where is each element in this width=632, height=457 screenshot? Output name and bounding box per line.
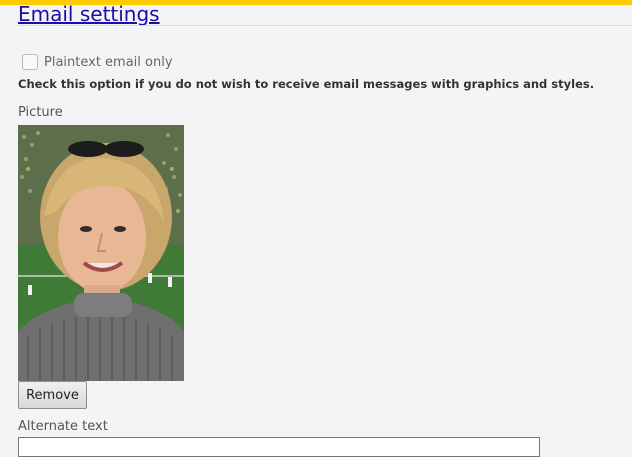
user-picture [18,125,184,381]
alternate-text-label: Alternate text [18,419,108,434]
account-settings-page: Email settings Plaintext email only Chec… [0,0,632,457]
section-divider [18,25,632,26]
plaintext-help-text: Check this option if you do not wish to … [18,77,595,91]
alternate-text-input[interactable] [18,437,540,457]
plaintext-checkbox-label[interactable]: Plaintext email only [44,55,173,70]
remove-picture-button[interactable]: Remove [18,381,87,409]
picture-label: Picture [18,105,63,120]
plaintext-checkbox[interactable] [22,54,38,70]
email-settings-link[interactable]: Email settings [18,1,160,27]
plaintext-option: Plaintext email only [22,51,173,73]
user-portrait-image [18,125,184,381]
